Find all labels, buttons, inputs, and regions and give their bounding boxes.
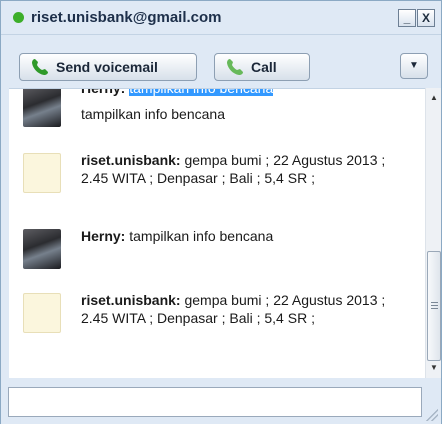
vertical-scrollbar[interactable]: ▲ ▼ xyxy=(425,88,441,378)
scroll-up-icon[interactable]: ▲ xyxy=(426,90,442,106)
minimize-button[interactable]: _ xyxy=(398,9,416,27)
resize-grip-icon[interactable] xyxy=(426,409,438,421)
online-status-icon xyxy=(13,12,24,23)
avatar xyxy=(23,89,61,127)
message-text: tampilkan info bencana xyxy=(81,106,225,122)
call-label: Call xyxy=(251,59,277,75)
selected-text: tampilkan info bencana xyxy=(129,89,274,96)
message-body: Herny: tampilkan info bencana xyxy=(81,88,411,97)
call-button[interactable]: Call xyxy=(214,53,310,81)
compose-area xyxy=(1,378,441,424)
chevron-down-icon[interactable]: ▼ xyxy=(400,53,428,79)
message-sender: riset.unisbank: xyxy=(81,152,181,168)
message-sender: riset.unisbank: xyxy=(81,292,181,308)
scroll-down-icon[interactable]: ▼ xyxy=(426,360,442,376)
grip-icon xyxy=(431,302,438,309)
close-button[interactable]: X xyxy=(417,9,435,27)
chat-window: riset.unisbank@gmail.com _ X Send voicem… xyxy=(0,0,442,424)
message-sender: Herny: xyxy=(81,88,126,96)
phone-icon xyxy=(227,59,243,75)
message-body: riset.unisbank: gempa bumi ; 22 Agustus … xyxy=(81,291,411,327)
message-text: tampilkan info bencana xyxy=(125,228,274,244)
message-input[interactable] xyxy=(8,387,422,417)
window-title: riset.unisbank@gmail.com xyxy=(31,9,222,26)
message-body: riset.unisbank: gempa bumi ; 22 Agustus … xyxy=(81,151,411,187)
avatar xyxy=(23,153,61,193)
send-voicemail-label: Send voicemail xyxy=(56,59,158,75)
message-sender: Herny: xyxy=(81,228,126,244)
message-body: Herny: tampilkan info bencana xyxy=(81,227,411,245)
toolbar: Send voicemail Call ▼ xyxy=(1,36,441,88)
message-list[interactable]: Herny: tampilkan info bencana tampilkan … xyxy=(9,88,433,378)
avatar xyxy=(23,293,61,333)
send-voicemail-button[interactable]: Send voicemail xyxy=(19,53,197,81)
scroll-thumb[interactable] xyxy=(427,251,441,361)
title-bar[interactable]: riset.unisbank@gmail.com _ X xyxy=(1,1,441,35)
phone-icon xyxy=(32,59,48,75)
avatar xyxy=(23,229,61,269)
